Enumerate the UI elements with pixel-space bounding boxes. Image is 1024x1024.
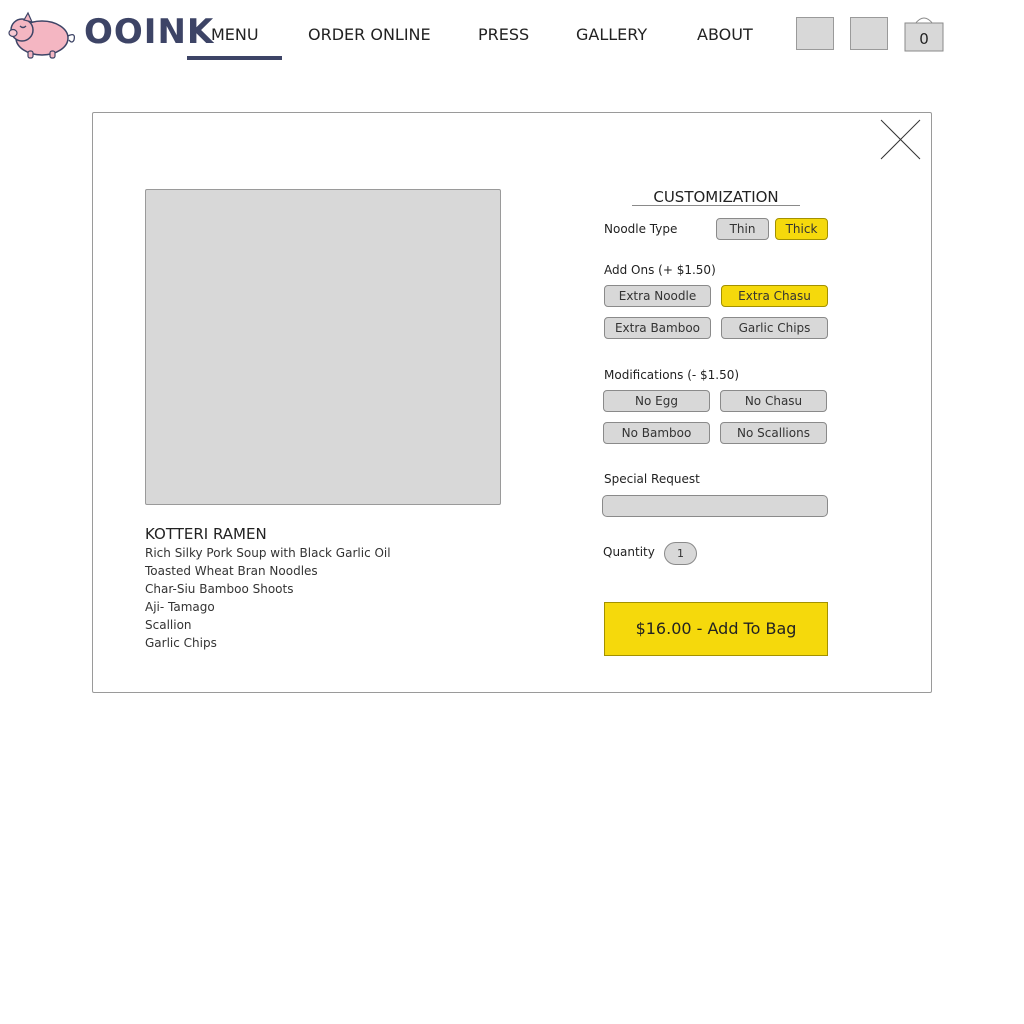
- add-on-garlic-chips-button[interactable]: Garlic Chips: [721, 317, 828, 339]
- cart-count: 0: [919, 30, 929, 48]
- add-to-bag-button[interactable]: $16.00 - Add To Bag: [604, 602, 828, 656]
- nav-press[interactable]: PRESS: [478, 25, 529, 45]
- special-request-label: Special Request: [604, 472, 700, 486]
- item-image-placeholder: [145, 189, 501, 505]
- mod-no-scallions-button[interactable]: No Scallions: [720, 422, 827, 444]
- item-description-line: Char-Siu Bamboo Shoots: [145, 582, 294, 596]
- add-on-extra-noodle-button[interactable]: Extra Noodle: [604, 285, 711, 307]
- mod-no-egg-button[interactable]: No Egg: [603, 390, 710, 412]
- quantity-stepper[interactable]: 1: [664, 542, 697, 565]
- noodle-thick-button[interactable]: Thick: [775, 218, 828, 240]
- nav-active-underline: [187, 56, 282, 60]
- add-on-extra-bamboo-button[interactable]: Extra Bamboo: [604, 317, 711, 339]
- nav-menu[interactable]: MENU: [211, 25, 259, 45]
- special-request-input[interactable]: [602, 495, 828, 517]
- item-description-line: Garlic Chips: [145, 636, 217, 650]
- item-description-line: Aji- Tamago: [145, 600, 215, 614]
- pig-icon[interactable]: [4, 8, 84, 60]
- close-icon[interactable]: [880, 119, 922, 161]
- item-description-line: Toasted Wheat Bran Noodles: [145, 564, 318, 578]
- item-description-line: Rich Silky Pork Soup with Black Garlic O…: [145, 546, 391, 560]
- noodle-thin-button[interactable]: Thin: [716, 218, 769, 240]
- customization-underline: [632, 205, 800, 206]
- header-placeholder-button[interactable]: [796, 17, 834, 50]
- quantity-label: Quantity: [603, 545, 655, 559]
- nav-gallery[interactable]: GALLERY: [576, 25, 647, 45]
- modifications-label: Modifications (- $1.50): [604, 368, 740, 382]
- add-on-extra-chasu-button[interactable]: Extra Chasu: [721, 285, 828, 307]
- header-placeholder-button[interactable]: [850, 17, 888, 50]
- add-ons-label: Add Ons (+ $1.50): [604, 263, 716, 277]
- brand-logo-text[interactable]: OOINK: [84, 12, 214, 52]
- nav-order-online[interactable]: ORDER ONLINE: [308, 25, 431, 45]
- nav-about[interactable]: ABOUT: [697, 25, 753, 45]
- item-description-line: Scallion: [145, 618, 192, 632]
- mod-no-chasu-button[interactable]: No Chasu: [720, 390, 827, 412]
- mod-no-bamboo-button[interactable]: No Bamboo: [603, 422, 710, 444]
- item-title: KOTTERI RAMEN: [145, 525, 267, 543]
- noodle-type-label: Noodle Type: [604, 222, 678, 236]
- customization-title: CUSTOMIZATION: [653, 188, 779, 206]
